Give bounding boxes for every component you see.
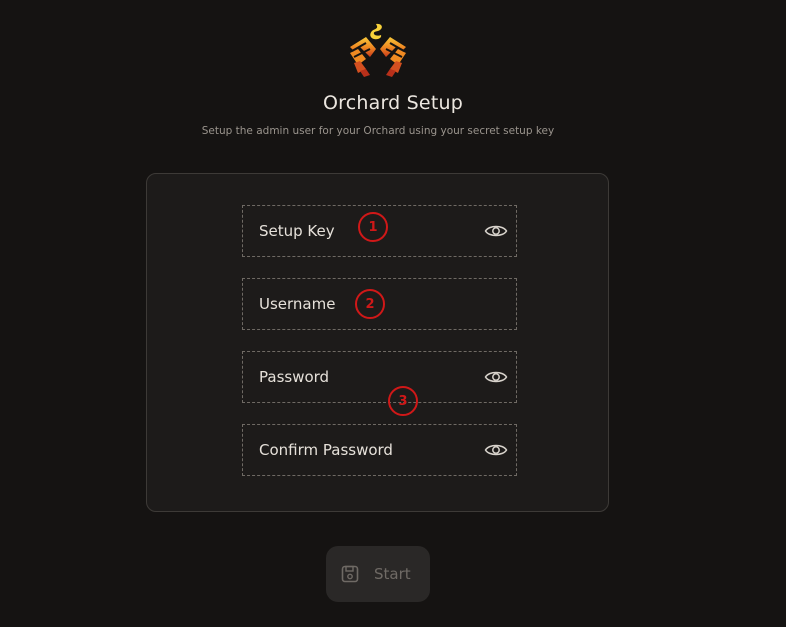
annotation-marker-2: 2: [355, 289, 385, 319]
confirm-password-label: Confirm Password: [259, 441, 393, 459]
confirm-password-field[interactable]: Confirm Password: [242, 424, 517, 476]
page-subtitle: Setup the admin user for your Orchard us…: [201, 125, 555, 137]
password-field[interactable]: Password: [242, 351, 517, 403]
password-label: Password: [259, 368, 330, 386]
start-button-label: Start: [374, 565, 411, 583]
annotation-marker-1: 1: [358, 212, 388, 242]
eye-icon[interactable]: [484, 369, 508, 385]
username-label: Username: [259, 295, 336, 313]
setup-page: Orchard Setup Setup the admin user for y…: [0, 0, 786, 627]
save-icon: [341, 565, 359, 583]
eye-icon[interactable]: [484, 223, 508, 239]
orchard-logo: [350, 23, 406, 77]
page-title: Orchard Setup: [323, 92, 463, 114]
eye-icon[interactable]: [484, 442, 508, 458]
annotation-marker-3: 3: [388, 386, 418, 416]
start-button[interactable]: Start: [326, 546, 430, 602]
